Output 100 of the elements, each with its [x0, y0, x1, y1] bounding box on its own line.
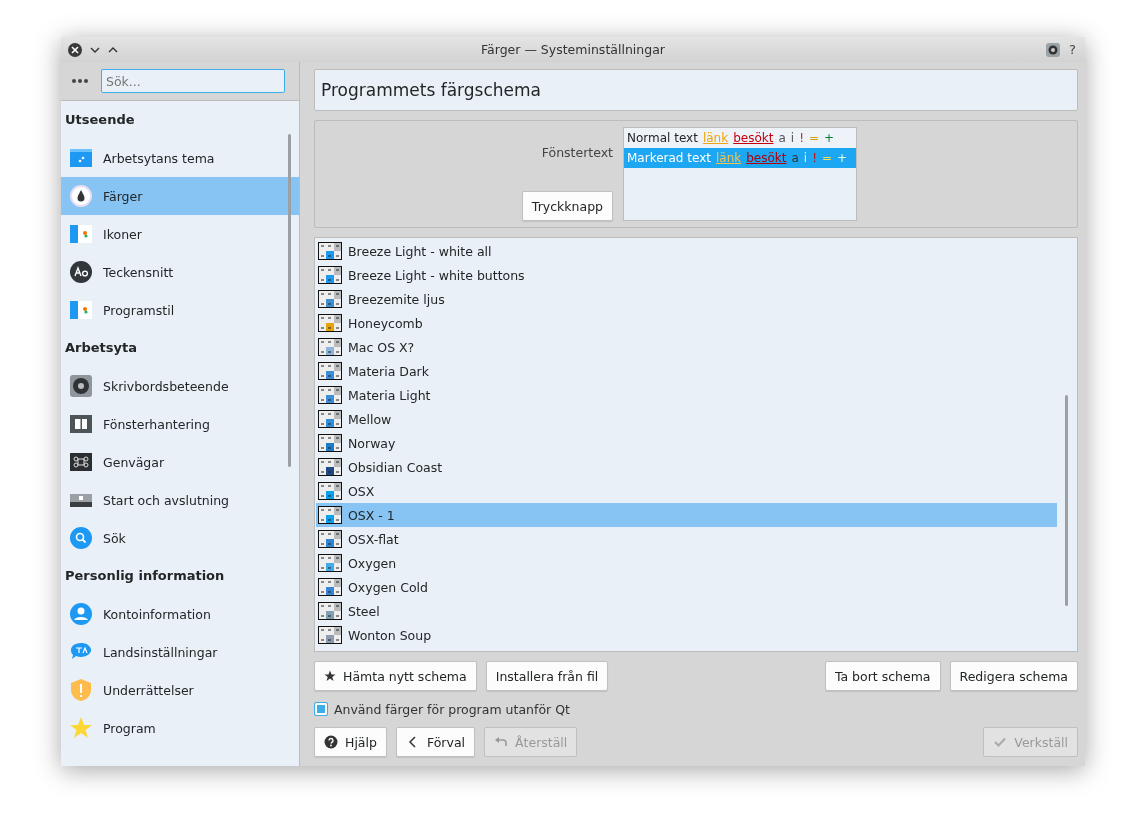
color-swatch-icon [318, 410, 342, 428]
close-icon[interactable] [67, 41, 83, 58]
help-button[interactable]: ? [1066, 42, 1079, 57]
sample-text: = [821, 151, 833, 165]
scheme-button[interactable]: Ta bort schema [824, 661, 941, 691]
scheme-item[interactable]: Steel [316, 599, 1057, 623]
sample-text: a [778, 131, 786, 145]
color-swatch-icon [318, 554, 342, 572]
sidebar-item[interactable]: Färger [61, 177, 299, 215]
color-swatch-icon [318, 290, 342, 308]
page-title: Programmets färgschema [314, 69, 1078, 111]
scheme-item[interactable]: OSX [316, 479, 1057, 503]
sample-text: länk [702, 131, 729, 145]
star-icon [324, 670, 336, 682]
sidebar-item[interactable]: Arbetsytans tema [61, 139, 299, 177]
star-icon [69, 716, 93, 740]
checkbox-label: Använd färger för program utanför Qt [334, 701, 570, 717]
sample-text: a [791, 151, 799, 165]
scheme-item[interactable]: Mac OS X? [316, 335, 1057, 359]
scheme-item[interactable]: Norway [316, 431, 1057, 455]
sidebar-item[interactable]: Skrivbordsbeteende [61, 367, 299, 405]
droplet-icon [69, 184, 93, 208]
gear-icon[interactable] [1046, 42, 1061, 57]
palette-window-icon [69, 222, 93, 246]
sidebar-item[interactable]: Underrättelser [61, 671, 299, 709]
scheme-item[interactable]: Breezemite ljus [316, 287, 1057, 311]
scheme-button[interactable]: Redigera schema [949, 661, 1078, 691]
section-header: Utseende [64, 111, 136, 129]
scheme-item[interactable]: OSX-flat [316, 527, 1057, 551]
scheme-button[interactable]: Hämta nytt schema [314, 661, 477, 691]
section-header: Arbetsyta [64, 339, 138, 357]
command-key-icon [69, 450, 93, 474]
sidebar-item[interactable]: Fönsterhantering [61, 405, 299, 443]
user-icon [69, 602, 93, 626]
sidebar-item[interactable]: Programstil [61, 291, 299, 329]
sidebar-item[interactable]: Program [61, 709, 299, 747]
sidebar-item[interactable]: Genvägar [61, 443, 299, 481]
scheme-item[interactable]: Materia Dark [316, 359, 1057, 383]
push-button[interactable]: Tryckknapp [521, 191, 613, 221]
gear-icon [69, 374, 93, 398]
scheme-item[interactable]: Breeze Light - white buttons [316, 263, 1057, 287]
scheme-item[interactable]: OSX - 1 [316, 503, 1057, 527]
color-swatch-icon [318, 506, 342, 524]
scheme-button[interactable]: Installera från fil [485, 661, 609, 691]
undo-icon [494, 735, 508, 749]
checkbox[interactable] [314, 702, 328, 716]
sample-text: Normal text [627, 131, 698, 145]
scheme-item[interactable]: Materia Light [316, 383, 1057, 407]
sample-text: i [803, 151, 808, 165]
screen-icon [69, 146, 93, 170]
color-swatch-icon [318, 434, 342, 452]
color-swatch-icon [318, 482, 342, 500]
sidebar-item[interactable]: Start och avslutning [61, 481, 299, 519]
window-icon [69, 412, 93, 436]
sample-text: + [824, 131, 835, 145]
scheme-item[interactable]: Wonton Soup [316, 623, 1057, 647]
sample-text: ! [799, 131, 804, 145]
color-swatch-icon [318, 626, 342, 644]
sample-text: i [790, 131, 795, 145]
scheme-item[interactable]: Oxygen Cold [316, 575, 1057, 599]
color-swatch-icon [318, 602, 342, 620]
color-swatch-icon [318, 458, 342, 476]
more-icon[interactable] [71, 78, 89, 84]
shield-icon [69, 678, 93, 702]
help-icon [324, 735, 338, 749]
search-field[interactable]: Sök... [101, 69, 285, 93]
check-icon [993, 735, 1008, 749]
color-swatch-icon [318, 386, 342, 404]
sample-text: besökt [746, 151, 787, 165]
sample-text: besökt [733, 131, 774, 145]
sidebar-item[interactable]: Landsinställningar [61, 633, 299, 671]
scheme-item[interactable]: Mellow [316, 407, 1057, 431]
sidebar-item[interactable]: Sök [61, 519, 299, 557]
section-header: Personlig information [64, 567, 226, 585]
color-swatch-icon [318, 242, 342, 260]
scrollbar[interactable] [1065, 395, 1068, 606]
font-icon [69, 260, 93, 284]
sidebar-item[interactable]: Teckensnitt [61, 253, 299, 291]
sidebar-item[interactable]: Ikoner [61, 215, 299, 253]
color-swatch-icon [318, 314, 342, 332]
sample-text: = [808, 131, 819, 145]
color-swatch-icon [318, 362, 342, 380]
scheme-item[interactable]: Oxygen [316, 551, 1057, 575]
sample-text: Markerad text [627, 151, 711, 165]
window-title: Färger — Systeminställningar [480, 42, 666, 57]
scheme-item[interactable]: Obsidian Coast [316, 455, 1057, 479]
scheme-item[interactable]: Honeycomb [316, 311, 1057, 335]
color-swatch-icon [318, 578, 342, 596]
sample-text: länk [715, 151, 742, 165]
scrollbar[interactable] [288, 134, 291, 467]
footer-button[interactable]: Förval [395, 727, 475, 757]
window-text-label: Fönstertext [541, 145, 613, 160]
sample-text: + [837, 151, 848, 165]
color-swatch-icon [318, 338, 342, 356]
palette-window-icon [69, 298, 93, 322]
search-icon [69, 526, 93, 550]
sidebar-item[interactable]: Kontoinformation [61, 595, 299, 633]
footer-button[interactable]: Hjälp [314, 727, 387, 757]
color-swatch-icon [318, 266, 342, 284]
scheme-item[interactable]: Breeze Light - white all [316, 239, 1057, 263]
